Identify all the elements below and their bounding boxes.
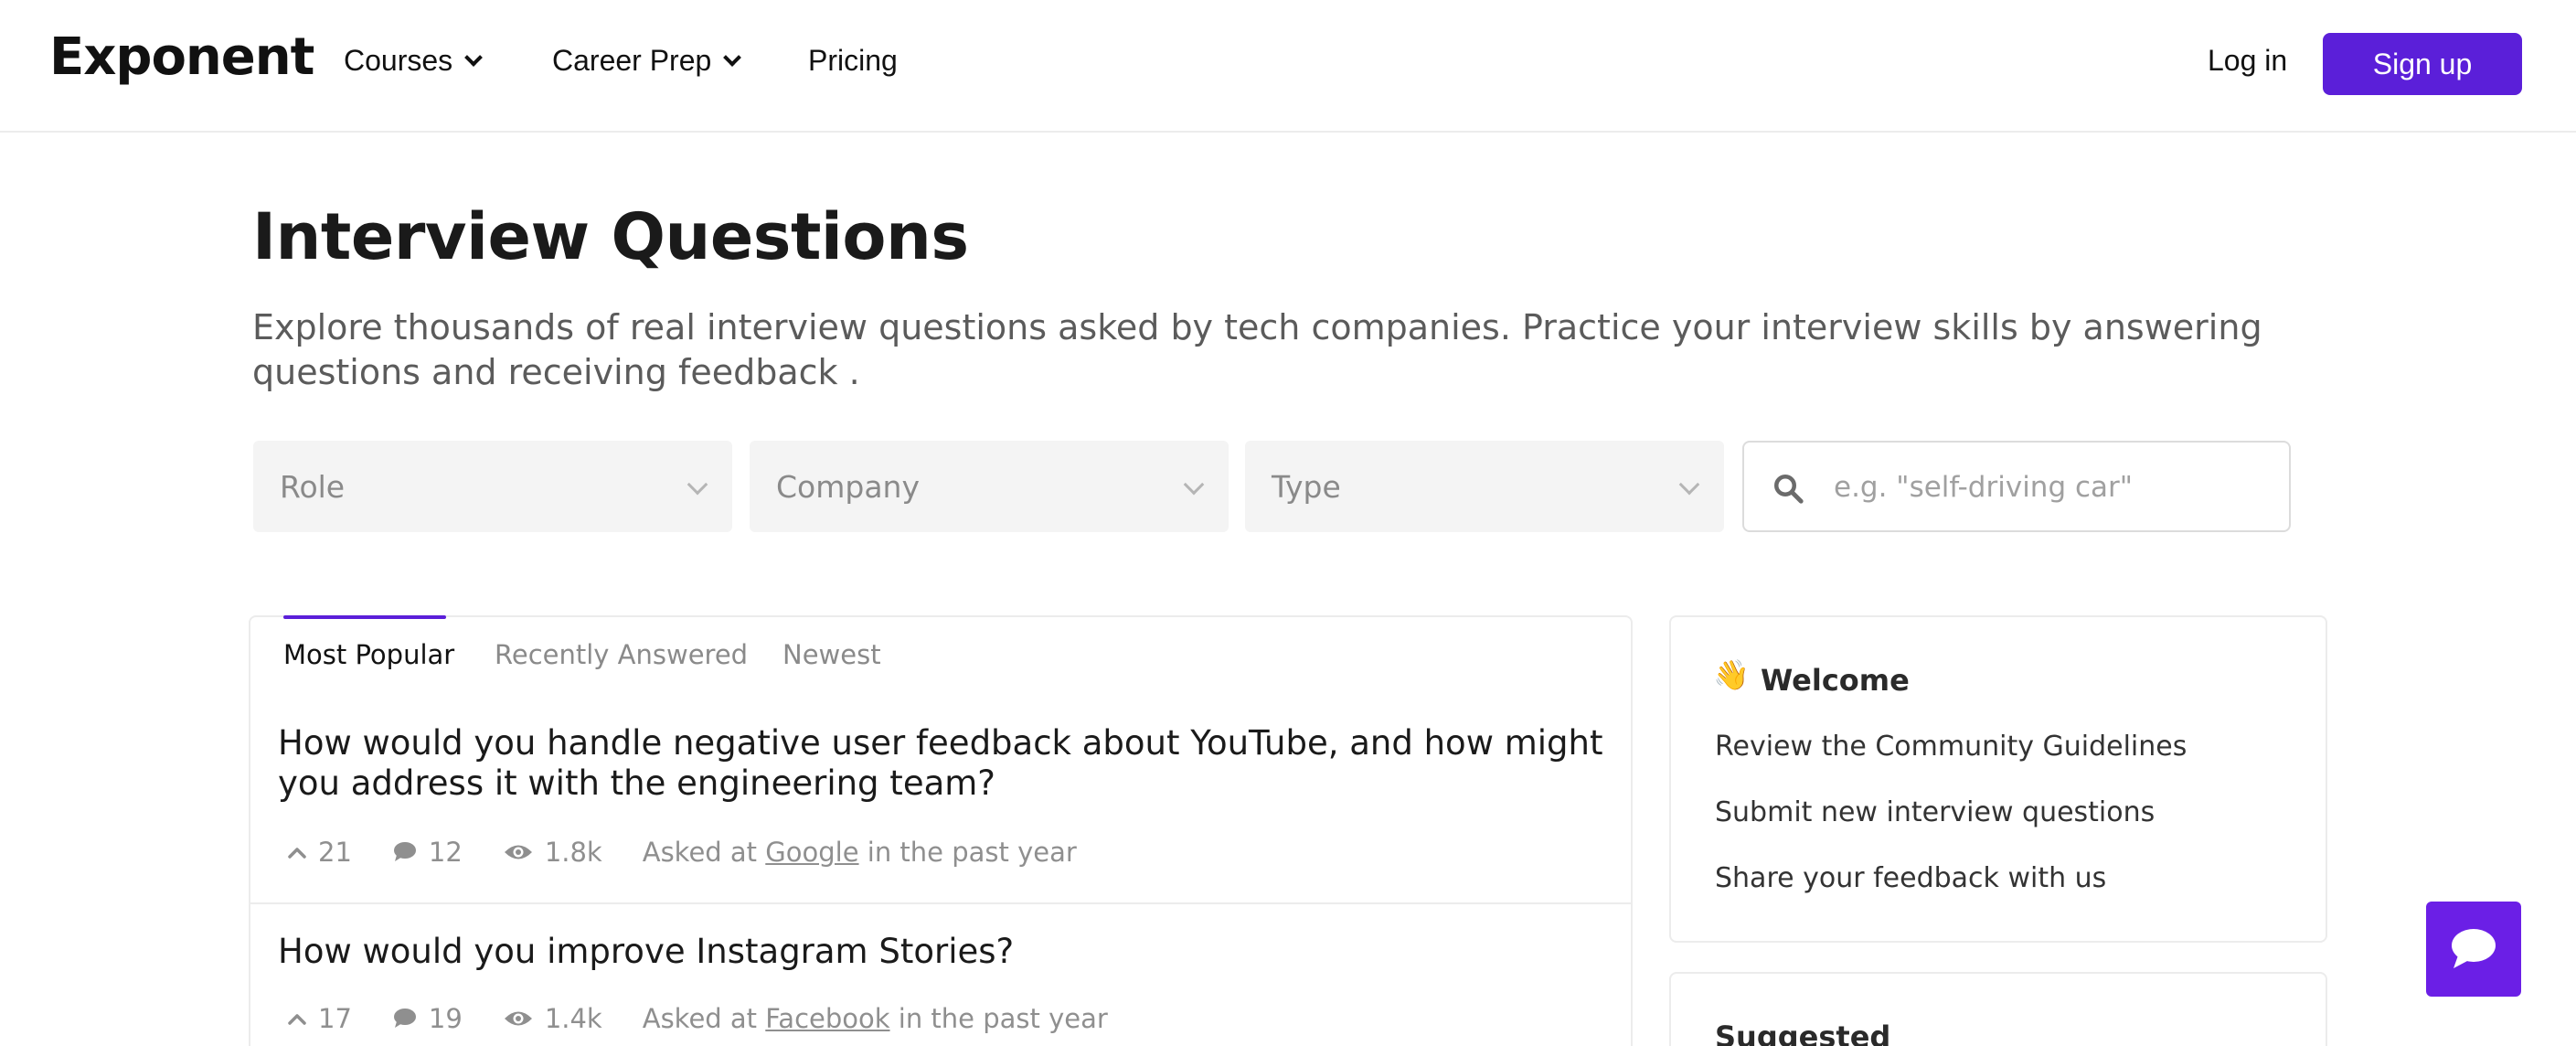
asked-prefix: Asked at <box>642 837 758 868</box>
comment-icon <box>393 842 416 861</box>
view-count: 1.4k <box>503 1003 602 1034</box>
view-value: 1.8k <box>544 837 602 868</box>
comment-icon <box>393 1009 416 1028</box>
waving-hand-icon: 👋 <box>1713 658 1750 691</box>
chat-button[interactable] <box>2426 902 2521 997</box>
submit-questions-link[interactable]: Submit new interview questions <box>1715 796 2155 828</box>
upvote-count[interactable]: 17 <box>287 1003 352 1034</box>
suggested-card: Suggested <box>1669 972 2327 1046</box>
signup-button[interactable]: Sign up <box>2323 33 2522 95</box>
comment-value: 12 <box>428 837 463 868</box>
tab-most-popular[interactable]: Most Popular <box>283 639 454 670</box>
asked-when: in the past year <box>867 837 1077 868</box>
nav-courses-label: Courses <box>344 44 453 77</box>
view-value: 1.4k <box>544 1003 602 1034</box>
top-header: Exponent Courses Career Prep Pricing Log… <box>0 0 2576 133</box>
nav-pricing[interactable]: Pricing <box>808 44 898 78</box>
asked-when: in the past year <box>898 1003 1108 1034</box>
welcome-title: Welcome <box>1761 663 1910 698</box>
type-select[interactable]: Type <box>1245 441 1724 532</box>
upvote-value: 21 <box>318 837 352 868</box>
type-select-label: Type <box>1272 468 1341 505</box>
upvote-value: 17 <box>318 1003 352 1034</box>
welcome-card: 👋 Welcome Review the Community Guideline… <box>1669 615 2327 943</box>
tab-newest[interactable]: Newest <box>782 639 881 670</box>
role-select-label: Role <box>280 468 346 505</box>
company-select[interactable]: Company <box>750 441 1229 532</box>
tab-recently-answered[interactable]: Recently Answered <box>495 639 748 670</box>
divider <box>250 902 1631 904</box>
view-count: 1.8k <box>503 837 602 868</box>
question-tabs: Most Popular Recently Answered Newest <box>250 615 1631 681</box>
role-select[interactable]: Role <box>253 441 732 532</box>
upvote-count[interactable]: 21 <box>287 837 352 868</box>
suggested-title: Suggested <box>1715 1019 1891 1046</box>
page-description: Explore thousands of real interview ques… <box>252 307 2262 392</box>
active-tab-indicator <box>283 615 446 619</box>
share-feedback-link[interactable]: Share your feedback with us <box>1715 862 2106 894</box>
comment-count: 12 <box>392 837 463 868</box>
nav-pricing-label: Pricing <box>808 44 898 77</box>
exponent-logo[interactable]: Exponent <box>49 27 314 87</box>
nav-career-prep-label: Career Prep <box>552 44 712 77</box>
search-icon <box>1774 475 1804 504</box>
question-meta: 17 19 1.4k Asked at Facebook in the past… <box>287 1003 1108 1034</box>
company-link[interactable]: Facebook <box>765 1003 889 1034</box>
page-title: Interview Questions <box>252 199 969 274</box>
question-meta: 21 12 1.8k Asked at Google in the past y… <box>287 837 1077 868</box>
company-select-label: Company <box>776 468 920 505</box>
asked-prefix: Asked at <box>642 1003 758 1034</box>
nav-courses[interactable]: Courses <box>344 44 484 78</box>
eye-icon <box>504 1011 532 1026</box>
chevron-down-icon <box>1183 474 1205 496</box>
chat-bubble-icon <box>2452 929 2496 968</box>
login-link[interactable]: Log in <box>2208 44 2287 78</box>
chevron-down-icon <box>723 48 742 67</box>
chevron-down-icon <box>1678 474 1700 496</box>
upvote-icon <box>288 1014 306 1025</box>
question-title[interactable]: How would you improve Instagram Stories? <box>278 932 1603 972</box>
chevron-down-icon <box>687 474 708 496</box>
questions-card: Most Popular Recently Answered Newest Ho… <box>249 615 1633 1046</box>
upvote-icon <box>288 848 306 859</box>
comment-count: 19 <box>392 1003 463 1034</box>
chevron-down-icon <box>464 48 484 67</box>
search-box <box>1742 441 2291 532</box>
company-link[interactable]: Google <box>765 837 858 868</box>
community-guidelines-link[interactable]: Review the Community Guidelines <box>1715 731 2187 763</box>
question-title[interactable]: How would you handle negative user feedb… <box>278 723 1603 804</box>
nav-career-prep[interactable]: Career Prep <box>552 44 742 78</box>
comment-value: 19 <box>428 1003 463 1034</box>
eye-icon <box>504 845 532 859</box>
search-input[interactable] <box>1834 461 2273 514</box>
